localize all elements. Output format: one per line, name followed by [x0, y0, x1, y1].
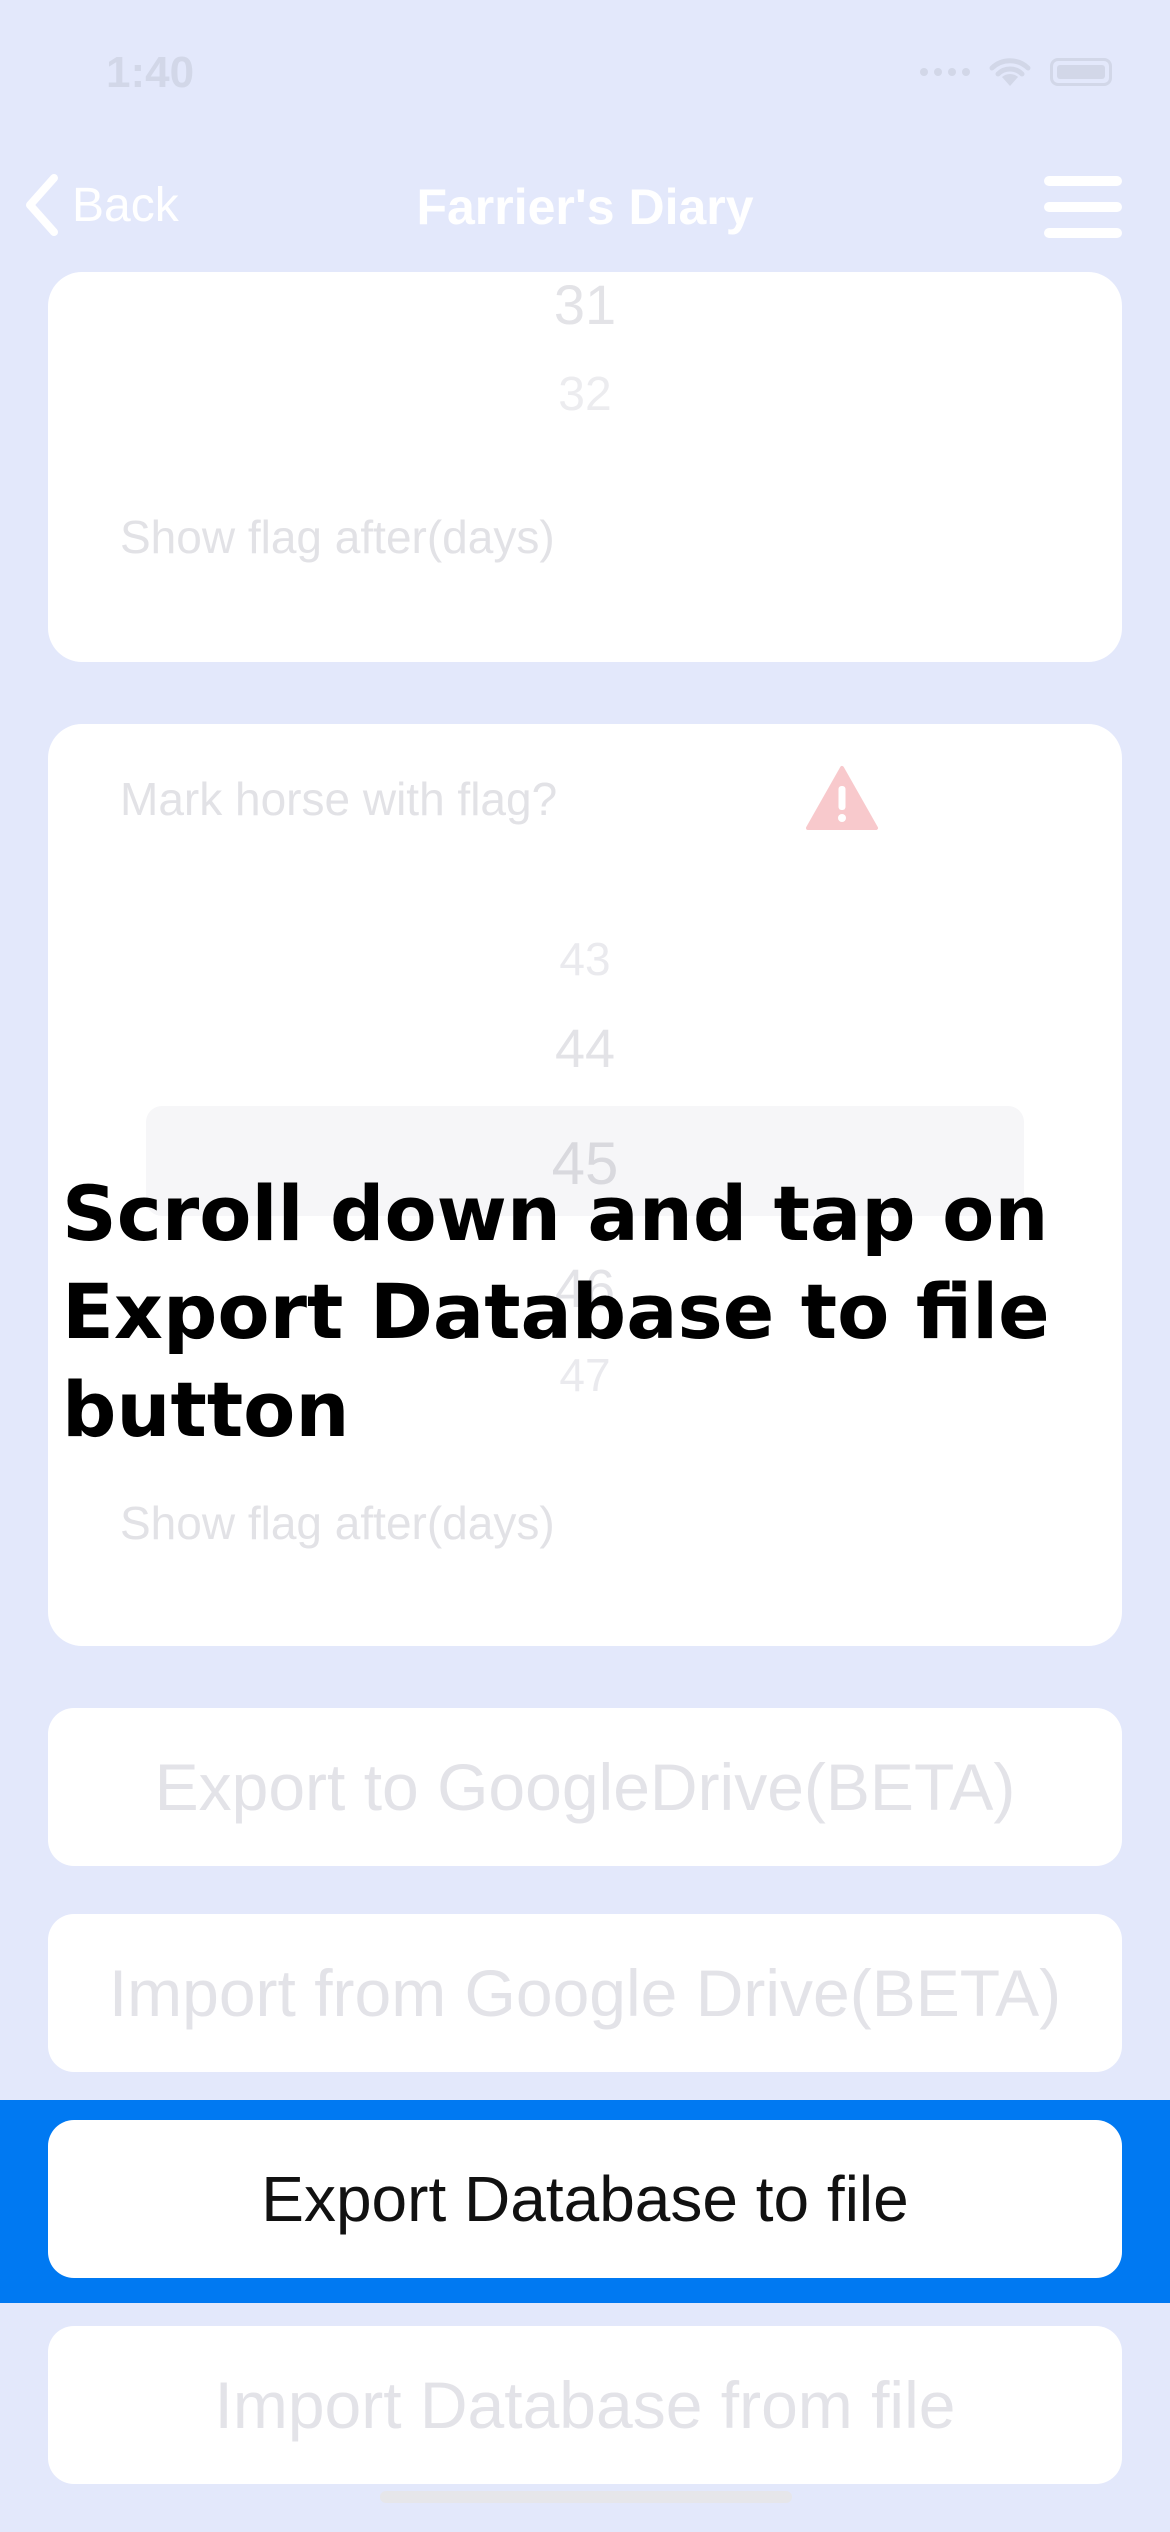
import-google-drive-button[interactable]: Import from Google Drive(BETA)	[48, 1914, 1122, 2072]
menu-icon[interactable]	[1044, 176, 1122, 254]
picker-value[interactable]: 32	[48, 367, 1122, 422]
status-icons	[920, 56, 1112, 88]
show-flag-label: Show flag after(days)	[120, 511, 555, 563]
picker-value[interactable]: 43	[48, 932, 1122, 986]
picker-value[interactable]: 31	[48, 272, 1122, 337]
picker-value[interactable]: 44	[48, 1018, 1122, 1080]
warning-icon[interactable]	[804, 764, 880, 832]
show-flag-label: Show flag after(days)	[120, 1497, 555, 1549]
battery-icon	[1050, 58, 1112, 86]
import-database-button[interactable]: Import Database from file	[48, 2326, 1122, 2484]
status-time: 1:40	[106, 48, 195, 97]
page-title: Farrier's Diary	[416, 179, 754, 235]
wifi-icon	[989, 58, 1031, 86]
export-database-button[interactable]: Export Database to file	[48, 2120, 1122, 2278]
home-indicator	[380, 2491, 792, 2503]
instruction-text: Scroll down and tap on Export Database t…	[62, 1169, 1050, 1454]
mark-flag-label: Mark horse with flag?	[120, 773, 558, 825]
export-google-drive-button[interactable]: Export to GoogleDrive(BETA)	[48, 1708, 1122, 1866]
flag-settings-card-1: 31 32 Show flag after(days)	[48, 272, 1122, 662]
signal-icon	[920, 68, 970, 76]
